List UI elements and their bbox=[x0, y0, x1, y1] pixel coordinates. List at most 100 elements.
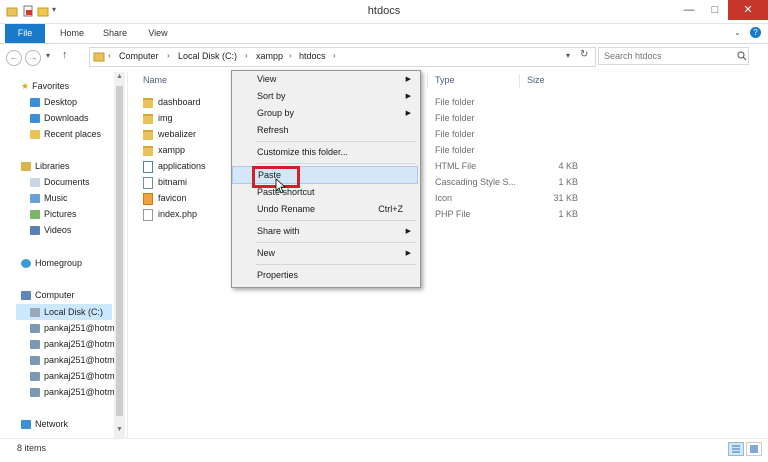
desktop-icon bbox=[30, 98, 40, 108]
breadcrumb-separator[interactable]: › bbox=[167, 51, 170, 60]
breadcrumb-htdocs[interactable]: htdocs bbox=[299, 51, 326, 61]
videos-icon bbox=[30, 226, 40, 236]
drive-icon bbox=[30, 308, 40, 318]
tab-view[interactable]: View bbox=[141, 24, 175, 43]
file-type: File folder bbox=[435, 145, 475, 155]
sidebar-item-network-drive[interactable]: pankaj251@hotm bbox=[30, 369, 114, 383]
folder-icon bbox=[143, 113, 153, 124]
column-divider[interactable] bbox=[427, 74, 428, 88]
folder-icon bbox=[143, 129, 153, 140]
breadcrumb-separator[interactable]: › bbox=[289, 51, 292, 60]
file-row[interactable]: bitnami bbox=[143, 174, 187, 190]
file-row[interactable]: dashboard bbox=[143, 94, 201, 110]
sidebar-item-desktop[interactable]: Desktop bbox=[30, 95, 77, 109]
minimize-button[interactable]: — bbox=[676, 0, 702, 20]
sidebar-item-downloads[interactable]: Downloads bbox=[30, 111, 89, 125]
sidebar-computer[interactable]: Computer bbox=[21, 288, 75, 302]
address-dropdown-button[interactable]: ▾ bbox=[566, 51, 570, 60]
menu-separator bbox=[256, 264, 416, 265]
php-file-icon bbox=[143, 208, 153, 221]
tab-share[interactable]: Share bbox=[98, 24, 132, 43]
menu-item-properties[interactable]: Properties bbox=[232, 267, 418, 284]
network-drive-icon bbox=[30, 356, 40, 366]
submenu-arrow-icon: ▶ bbox=[405, 76, 411, 83]
tab-file[interactable]: File bbox=[5, 24, 45, 43]
menu-separator bbox=[256, 163, 416, 164]
address-bar[interactable] bbox=[89, 47, 596, 67]
up-button[interactable]: ↑ bbox=[62, 49, 68, 61]
scroll-down-icon[interactable]: ▼ bbox=[116, 426, 123, 433]
file-row[interactable]: applications bbox=[143, 158, 206, 174]
sidebar-item-music[interactable]: Music bbox=[30, 191, 68, 205]
large-icons-view-button[interactable] bbox=[746, 442, 762, 456]
menu-separator bbox=[256, 220, 416, 221]
file-type: File folder bbox=[435, 97, 475, 107]
breadcrumb-xampp[interactable]: xampp bbox=[256, 51, 283, 61]
folder-icon bbox=[93, 50, 105, 64]
sidebar-item-recent-places[interactable]: Recent places bbox=[30, 127, 101, 141]
status-bar bbox=[0, 438, 768, 462]
sidebar-item-documents[interactable]: Documents bbox=[30, 175, 90, 189]
details-view-button[interactable] bbox=[728, 442, 744, 456]
network-icon bbox=[21, 420, 31, 430]
menu-item-refresh[interactable]: Refresh bbox=[232, 122, 418, 139]
mouse-cursor-icon bbox=[275, 178, 287, 196]
homegroup-icon bbox=[21, 259, 31, 269]
recent-locations-button[interactable]: ▾ bbox=[46, 51, 50, 60]
file-type: File folder bbox=[435, 113, 475, 123]
expand-ribbon-icon[interactable]: ⌄ bbox=[734, 28, 741, 37]
sidebar-favorites[interactable]: ★ Favorites bbox=[21, 79, 69, 93]
menu-item-undo-rename[interactable]: Undo Rename Ctrl+Z bbox=[232, 201, 418, 218]
nav-pane-scrollbar-thumb[interactable] bbox=[116, 86, 123, 416]
breadcrumb-computer[interactable]: Computer bbox=[119, 51, 159, 61]
breadcrumb-separator[interactable]: › bbox=[245, 51, 248, 60]
file-type: HTML File bbox=[435, 161, 477, 171]
menu-separator bbox=[256, 242, 416, 243]
back-button[interactable]: ← bbox=[6, 50, 22, 66]
sidebar-item-videos[interactable]: Videos bbox=[30, 223, 71, 237]
file-row[interactable]: index.php bbox=[143, 206, 197, 222]
sidebar-libraries[interactable]: Libraries bbox=[21, 159, 70, 173]
sidebar-item-network-drive[interactable]: pankaj251@hotm bbox=[30, 321, 114, 335]
search-icon[interactable] bbox=[737, 51, 747, 63]
menu-item-view[interactable]: View ▶ bbox=[232, 71, 418, 88]
menu-item-customize-folder[interactable]: Customize this folder... bbox=[232, 144, 418, 161]
file-type: PHP File bbox=[435, 209, 471, 219]
file-row[interactable]: favicon bbox=[143, 190, 187, 206]
network-drive-icon bbox=[30, 340, 40, 350]
column-header-name[interactable]: Name bbox=[143, 75, 167, 85]
breadcrumb-separator[interactable]: › bbox=[333, 51, 336, 60]
menu-item-group-by[interactable]: Group by ▶ bbox=[232, 105, 418, 122]
file-row[interactable]: webalizer bbox=[143, 126, 196, 142]
sidebar-item-network-drive[interactable]: pankaj251@hotm bbox=[30, 353, 114, 367]
menu-item-share-with[interactable]: Share with ▶ bbox=[232, 223, 418, 240]
libraries-icon bbox=[21, 162, 31, 172]
file-row[interactable]: img bbox=[143, 110, 173, 126]
sidebar-item-network-drive[interactable]: pankaj251@hotm bbox=[30, 385, 114, 399]
column-divider[interactable] bbox=[519, 74, 520, 88]
refresh-button[interactable]: ↻ bbox=[580, 49, 588, 60]
column-header-size[interactable]: Size bbox=[527, 75, 545, 85]
sidebar-homegroup[interactable]: Homegroup bbox=[21, 256, 82, 270]
menu-item-sort-by[interactable]: Sort by ▶ bbox=[232, 88, 418, 105]
help-icon[interactable]: ? bbox=[750, 27, 761, 38]
sidebar-network[interactable]: Network bbox=[21, 417, 68, 431]
sidebar-item-network-drive[interactable]: pankaj251@hotm bbox=[30, 337, 114, 351]
star-icon: ★ bbox=[21, 81, 30, 91]
breadcrumb-local-disk[interactable]: Local Disk (C:) bbox=[178, 51, 237, 61]
forward-button[interactable]: → bbox=[25, 50, 41, 66]
column-header-type[interactable]: Type bbox=[435, 75, 455, 85]
tab-home[interactable]: Home bbox=[55, 24, 89, 43]
close-button[interactable]: ✕ bbox=[728, 0, 768, 20]
css-file-icon bbox=[143, 176, 153, 189]
breadcrumb-separator[interactable]: › bbox=[108, 51, 111, 60]
file-row[interactable]: xampp bbox=[143, 142, 185, 158]
file-type: Cascading Style S... bbox=[435, 177, 517, 187]
search-input[interactable] bbox=[598, 47, 749, 65]
file-size: 1 KB bbox=[558, 209, 578, 219]
sidebar-item-pictures[interactable]: Pictures bbox=[30, 207, 77, 221]
menu-item-new[interactable]: New ▶ bbox=[232, 245, 418, 262]
maximize-button[interactable]: □ bbox=[702, 0, 728, 20]
sidebar-item-local-disk[interactable]: Local Disk (C:) bbox=[30, 305, 103, 319]
scroll-up-icon[interactable]: ▲ bbox=[116, 73, 123, 80]
